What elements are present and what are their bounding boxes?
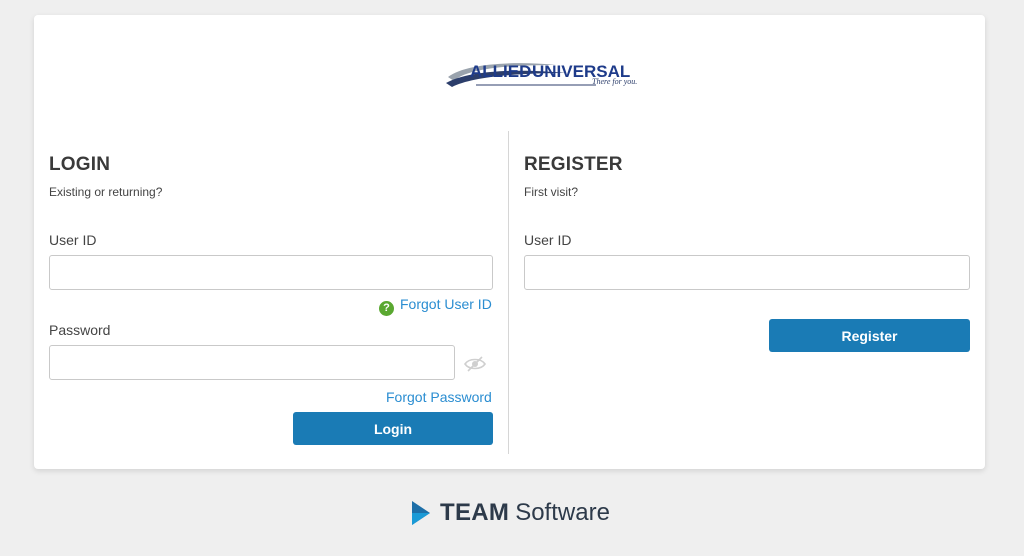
login-card: ALLIED UNIVERSAL There for you. LOGIN Ex…	[34, 15, 985, 469]
forgot-user-id-label: Forgot User ID	[400, 296, 492, 312]
eye-slash-icon[interactable]	[464, 356, 486, 372]
login-button[interactable]: Login	[293, 412, 493, 445]
register-user-id-input[interactable]	[524, 255, 970, 290]
forgot-password-link[interactable]: Forgot Password	[386, 389, 492, 405]
login-title: LOGIN	[49, 154, 111, 175]
login-user-id-input[interactable]	[49, 255, 493, 290]
register-button[interactable]: Register	[769, 319, 970, 352]
logo-tagline: There for you.	[592, 77, 637, 86]
register-user-id-label: User ID	[524, 232, 572, 248]
register-title: REGISTER	[524, 154, 623, 175]
password-label: Password	[49, 322, 111, 338]
footer-brand-light: Software	[515, 499, 610, 526]
team-software-logo: TEAM Software	[410, 498, 610, 528]
register-subtitle: First visit?	[524, 185, 578, 199]
question-icon: ?	[379, 301, 394, 316]
footer-brand-bold: TEAM	[440, 499, 510, 526]
column-divider	[508, 131, 509, 454]
login-subtitle: Existing or returning?	[49, 185, 163, 199]
password-input[interactable]	[49, 345, 455, 380]
allied-universal-logo: ALLIED UNIVERSAL There for you.	[446, 55, 638, 101]
logo-text-left: ALLIED	[470, 62, 531, 81]
login-user-id-label: User ID	[49, 232, 97, 248]
forgot-user-id-link[interactable]: ? Forgot User ID	[379, 296, 492, 316]
team-software-mark-icon	[412, 501, 430, 525]
